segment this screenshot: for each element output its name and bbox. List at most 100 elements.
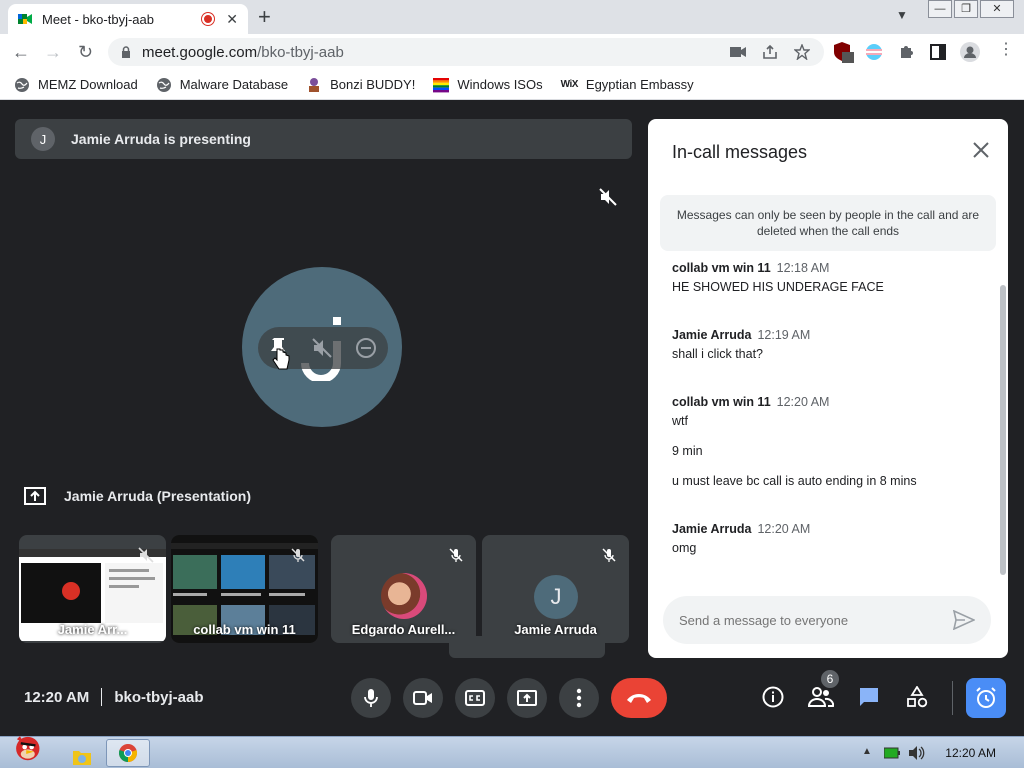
extensions-puzzle-icon[interactable] bbox=[898, 44, 914, 60]
show-hidden-icons-icon[interactable]: ▲ bbox=[862, 746, 872, 757]
tile-jamie-camera[interactable]: J Jamie Arruda bbox=[482, 535, 629, 643]
message-text: wtf bbox=[672, 414, 688, 428]
window-close-button[interactable]: ✕ bbox=[980, 0, 1014, 18]
bookmark-label: Malware Database bbox=[179, 77, 289, 92]
meeting-code: bko-tbyj-aab bbox=[114, 688, 204, 706]
activities-shapes-icon[interactable] bbox=[906, 686, 928, 708]
start-angry-bird-icon[interactable] bbox=[4, 733, 50, 761]
system-clock[interactable]: 12:20 AM bbox=[945, 746, 996, 760]
profile-avatar-icon[interactable] bbox=[960, 42, 980, 62]
message-time: 12:19 AM bbox=[757, 328, 811, 342]
tile-edgardo[interactable]: Edgardo Aurell... bbox=[331, 535, 476, 643]
bonzi-icon bbox=[309, 77, 320, 92]
url-path: /bko-tbyj-aab bbox=[257, 43, 344, 61]
bookmark-label: Windows ISOs bbox=[457, 77, 543, 92]
explorer-folder-icon[interactable] bbox=[72, 743, 92, 768]
microphone-button[interactable] bbox=[351, 678, 391, 718]
bookmark-memz[interactable]: MEMZ Download bbox=[14, 77, 138, 93]
camera-permission-icon[interactable] bbox=[730, 46, 746, 58]
meet-favicon-icon bbox=[18, 14, 32, 24]
message-sender: Jamie Arruda bbox=[672, 328, 752, 342]
forward-icon[interactable]: → bbox=[44, 42, 62, 62]
meeting-details-info-icon[interactable] bbox=[762, 686, 784, 708]
tab-search-icon[interactable]: ▼ bbox=[896, 8, 908, 22]
address-bar[interactable]: meet.google.com/bko-tbyj-aab bbox=[108, 38, 824, 66]
muted-audio-icon bbox=[138, 547, 154, 563]
muted-audio-icon bbox=[599, 188, 617, 206]
message-sender: collab vm win 11 bbox=[672, 261, 771, 275]
tile-jamie-presentation[interactable]: Jamie Arr... bbox=[19, 535, 166, 643]
tile-name: Jamie Arr... bbox=[57, 622, 128, 637]
tile-collab-vm[interactable]: collab vm win 11 bbox=[171, 535, 318, 643]
in-call-messages-panel: In-call messages Messages can only be se… bbox=[648, 119, 1008, 658]
bookmark-egyptian-embassy[interactable]: WiX Egyptian Embassy bbox=[561, 77, 694, 92]
mouse-hand-cursor-icon bbox=[272, 348, 290, 370]
bookmark-bonzi-buddy[interactable]: Bonzi BUDDY! bbox=[306, 77, 415, 93]
participant-photo bbox=[381, 573, 427, 619]
volume-icon[interactable] bbox=[908, 745, 926, 761]
taskbar-chrome-button[interactable] bbox=[106, 739, 150, 767]
bookmark-label: Egyptian Embassy bbox=[585, 77, 694, 92]
tab-strip: Meet - bko-tbyj-aab ✕ + ▼ — ❐ ✕ bbox=[0, 0, 1024, 34]
tile-strip-handle bbox=[449, 636, 605, 658]
mute-participant-icon[interactable] bbox=[310, 336, 334, 360]
camera-button[interactable] bbox=[403, 678, 443, 718]
message-text: HE SHOWED HIS UNDERAGE FACE bbox=[672, 280, 884, 294]
tab-meet[interactable]: Meet - bko-tbyj-aab ✕ bbox=[8, 4, 248, 34]
host-controls-button[interactable] bbox=[966, 678, 1006, 718]
captions-button[interactable] bbox=[455, 678, 495, 718]
presentation-label: Jamie Arruda (Presentation) bbox=[24, 487, 251, 505]
more-options-button[interactable] bbox=[559, 678, 599, 718]
chat-scrollbar[interactable] bbox=[1000, 285, 1006, 575]
windows-taskbar: ▲ 12:20 AM bbox=[0, 736, 1024, 768]
more-vertical-icon bbox=[576, 688, 582, 708]
present-now-button[interactable] bbox=[507, 678, 547, 718]
chat-icon[interactable] bbox=[858, 686, 880, 708]
muted-mic-icon bbox=[291, 548, 305, 562]
closed-captions-icon bbox=[465, 690, 485, 706]
meeting-details: 12:20 AM bko-tbyj-aab bbox=[24, 688, 204, 706]
url-host: meet.google.com bbox=[142, 43, 258, 61]
hang-up-icon bbox=[627, 694, 651, 703]
minimize-button[interactable]: — bbox=[928, 0, 952, 18]
battery-icon[interactable] bbox=[884, 747, 900, 759]
close-icon[interactable] bbox=[972, 141, 990, 159]
divider bbox=[952, 681, 953, 715]
leave-call-button[interactable] bbox=[611, 678, 667, 718]
chat-message-input[interactable] bbox=[679, 612, 953, 628]
present-screen-icon bbox=[24, 487, 46, 505]
video-camera-icon bbox=[413, 691, 432, 705]
trans-flag-extension-icon[interactable] bbox=[866, 44, 882, 60]
globe-icon bbox=[15, 77, 29, 92]
restore-button[interactable]: ❐ bbox=[954, 0, 978, 18]
send-icon[interactable] bbox=[953, 610, 975, 630]
bookmark-windows-isos[interactable]: Windows ISOs bbox=[433, 77, 543, 93]
message-header: collab vm win 11 12:20 AM bbox=[672, 395, 829, 409]
side-panel-icon[interactable] bbox=[930, 44, 946, 60]
tile-name: Edgardo Aurell... bbox=[351, 622, 456, 637]
share-icon[interactable] bbox=[762, 44, 778, 60]
message-text: shall i click that? bbox=[672, 347, 764, 361]
meeting-time: 12:20 AM bbox=[24, 688, 90, 706]
message-text: u must leave bc call is auto ending in 8… bbox=[672, 474, 917, 488]
browser-menu-icon[interactable]: ⋮ bbox=[998, 40, 1014, 60]
back-icon[interactable]: ← bbox=[12, 42, 30, 62]
tab-close-icon[interactable]: ✕ bbox=[226, 11, 238, 28]
remove-participant-icon[interactable] bbox=[354, 336, 378, 360]
chrome-icon bbox=[118, 744, 138, 762]
muted-mic-icon bbox=[602, 548, 616, 562]
presentation-name: Jamie Arruda (Presentation) bbox=[64, 488, 251, 504]
participant-avatar: J bbox=[534, 575, 578, 619]
bookmark-malware-database[interactable]: Malware Database bbox=[156, 77, 288, 93]
new-tab-button[interactable]: + bbox=[258, 6, 271, 28]
tab-title: Meet - bko-tbyj-aab bbox=[42, 11, 154, 27]
bookmark-star-icon[interactable] bbox=[794, 44, 810, 60]
message-time: 12:20 AM bbox=[757, 522, 811, 536]
message-text: 9 min bbox=[672, 444, 703, 458]
reload-icon[interactable]: ↻ bbox=[78, 42, 93, 62]
presenting-text: Jamie Arruda is presenting bbox=[71, 131, 251, 147]
message-sender: collab vm win 11 bbox=[672, 395, 771, 409]
message-time: 12:18 AM bbox=[776, 261, 830, 275]
ublock-extension-icon[interactable] bbox=[834, 42, 854, 64]
tile-name: Jamie Arruda bbox=[514, 622, 597, 637]
